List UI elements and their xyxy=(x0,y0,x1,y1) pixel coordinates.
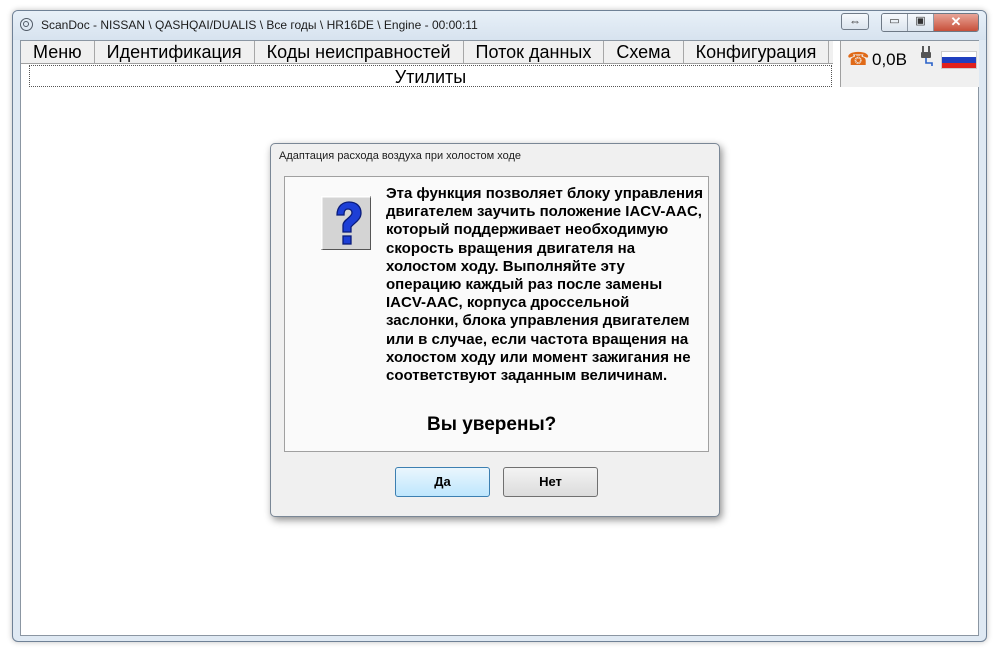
menu-item-schema[interactable]: Схема xyxy=(604,41,684,63)
question-icon xyxy=(321,196,371,250)
menu-item-fault-codes[interactable]: Коды неисправностей xyxy=(255,41,464,63)
dialog-title: Адаптация расхода воздуха при холостом х… xyxy=(279,150,522,162)
menu-item-configuration[interactable]: Конфигурация xyxy=(684,41,830,63)
confirm-dialog: Адаптация расхода воздуха при холостом х… xyxy=(270,143,720,517)
menu-bar: Меню Идентификация Коды неисправностей П… xyxy=(21,41,833,64)
app-icon[interactable] xyxy=(20,18,33,31)
phone-icon: ☎ xyxy=(847,49,870,69)
dialog-message-panel: Эта функция позволяет блоку управления д… xyxy=(284,176,709,452)
utilities-tab[interactable]: Утилиты xyxy=(29,65,832,87)
menu-item-identification[interactable]: Идентификация xyxy=(95,41,255,63)
russian-flag-icon[interactable] xyxy=(941,51,977,69)
dialog-confirm-question: Вы уверены? xyxy=(427,414,557,435)
window-controls: ▭ ▣ ✕ xyxy=(881,13,979,32)
close-button[interactable]: ✕ xyxy=(934,14,978,31)
status-panel: ☎ 0,0B xyxy=(840,41,979,87)
window-title: ScanDoc - NISSAN \ QASHQAI/DUALIS \ Все … xyxy=(41,18,478,32)
voltage-readout: 0,0B xyxy=(872,50,907,69)
minimize-button[interactable]: ▭ xyxy=(882,14,908,31)
menu-item-menu[interactable]: Меню xyxy=(21,41,95,63)
dialog-message: Эта функция позволяет блоку управления д… xyxy=(386,185,703,385)
yes-button[interactable]: Да xyxy=(395,467,490,497)
no-button[interactable]: Нет xyxy=(503,467,598,497)
title-bar[interactable]: ScanDoc - NISSAN \ QASHQAI/DUALIS \ Все … xyxy=(13,11,986,40)
swap-button[interactable]: ⇔ xyxy=(841,13,869,30)
plug-icon xyxy=(921,46,933,66)
restore-button[interactable]: ▣ xyxy=(908,14,934,31)
menu-item-data-stream[interactable]: Поток данных xyxy=(464,41,605,63)
